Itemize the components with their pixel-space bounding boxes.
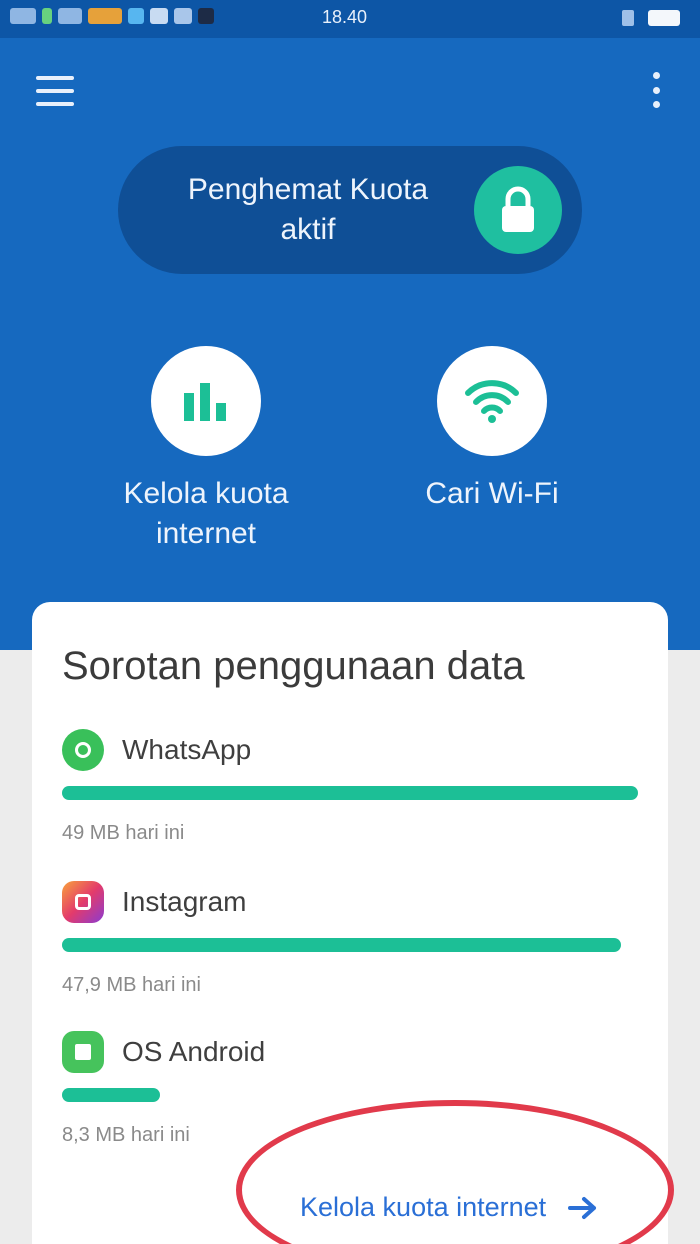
usage-amount: 47,9 MB hari ini	[62, 974, 201, 996]
manage-quota-link-text: Kelola kuota internet	[300, 1192, 547, 1222]
usage-amount: 8,3 MB hari ini	[62, 1124, 190, 1146]
status-time: 18.40	[322, 7, 368, 27]
manage-quota-action[interactable]: Kelola kuota internet	[86, 346, 326, 554]
network-icon	[58, 8, 82, 24]
usage-bar-fill	[62, 786, 638, 800]
manage-quota-button[interactable]	[151, 346, 261, 456]
status-icons-right	[622, 10, 680, 26]
more-options-icon[interactable]	[650, 72, 662, 108]
whatsapp-icon	[62, 729, 104, 771]
find-wifi-label: Cari Wi-Fi	[425, 477, 559, 510]
wifi-icon	[465, 380, 519, 423]
status-icons-left	[10, 8, 214, 24]
app-name: OS Android	[122, 1036, 266, 1067]
bar-chart-icon	[184, 383, 226, 421]
data-usage-card: Sorotan penggunaan data WhatsApp 49 MB h…	[32, 602, 668, 1244]
app-name: WhatsApp	[122, 734, 252, 765]
lock-icon	[502, 186, 534, 232]
menu-icon[interactable]	[36, 76, 74, 106]
android-os-icon	[62, 1031, 104, 1073]
battery-icon	[648, 10, 680, 26]
app-notification-icon	[198, 8, 214, 24]
usage-amount: 49 MB hari ini	[62, 822, 185, 844]
signal-icon	[10, 8, 36, 24]
usage-item-whatsapp[interactable]: WhatsApp 49 MB hari ini	[62, 728, 638, 845]
manage-quota-link[interactable]: Kelola kuota internet	[300, 1192, 598, 1223]
usage-item-instagram[interactable]: Instagram 47,9 MB hari ini	[62, 880, 638, 997]
usage-item-android-os[interactable]: OS Android 8,3 MB hari ini	[62, 1030, 638, 1147]
battery-saver-icon	[42, 8, 52, 24]
notification-icon	[128, 8, 144, 24]
manage-quota-label: Kelola kuota internet	[123, 477, 289, 550]
usage-bar	[62, 1088, 638, 1102]
lock-button[interactable]	[474, 166, 562, 254]
data-saver-label: Penghemat Kuota aktif	[187, 173, 429, 246]
data-saver-toggle[interactable]: Penghemat Kuota aktif	[118, 146, 582, 274]
usage-bar-fill	[62, 938, 621, 952]
carrier-icon	[88, 8, 122, 24]
instagram-icon	[62, 881, 104, 923]
find-wifi-button[interactable]	[437, 346, 547, 456]
card-title: Sorotan penggunaan data	[62, 644, 525, 688]
image-icon	[174, 8, 192, 24]
usage-bar-fill	[62, 1088, 160, 1102]
find-wifi-action[interactable]: Cari Wi-Fi	[372, 346, 612, 514]
usage-bar	[62, 786, 638, 800]
status-bar: 18.40	[0, 0, 700, 38]
arrow-right-icon	[568, 1196, 597, 1219]
usage-bar	[62, 938, 638, 952]
alarm-icon	[622, 10, 634, 26]
mail-icon	[150, 8, 168, 24]
app-name: Instagram	[122, 886, 247, 917]
